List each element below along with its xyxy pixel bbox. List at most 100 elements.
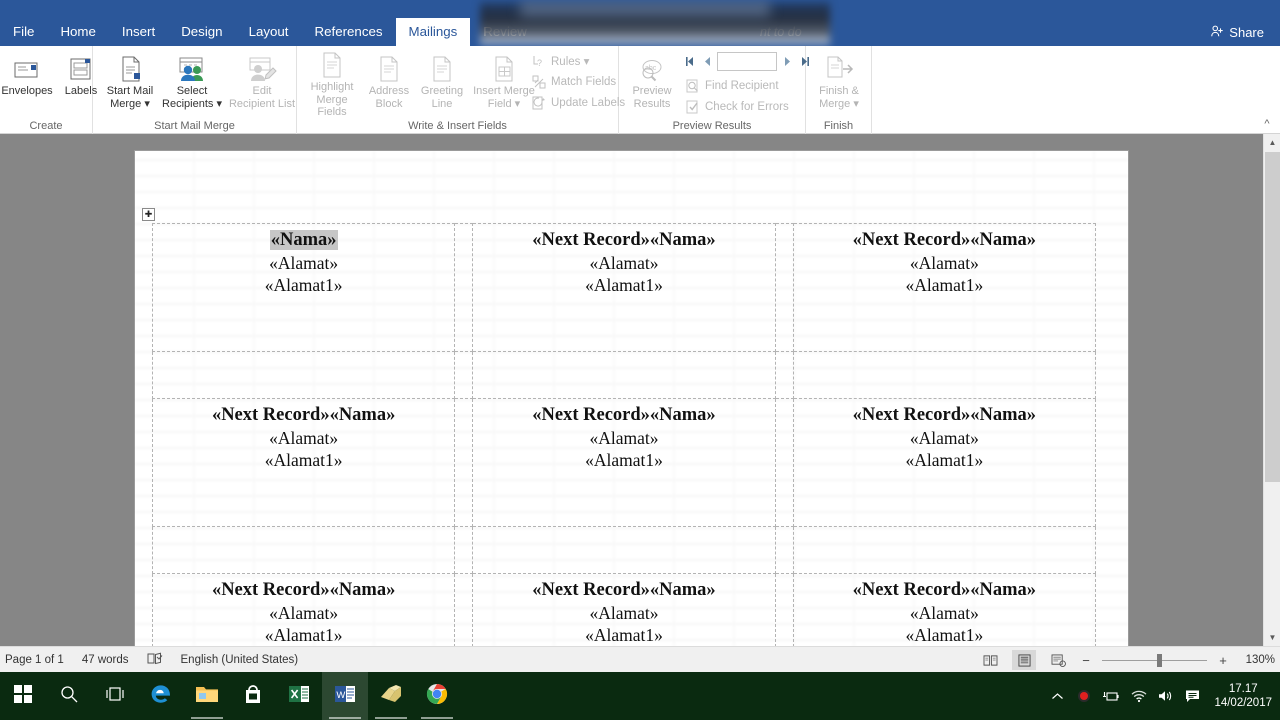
envelopes-button[interactable]: Envelopes <box>0 48 54 118</box>
ribbon-tab-file[interactable]: File <box>0 18 47 46</box>
start-mail-merge-button[interactable]: Start Mail Merge ▾ <box>99 48 161 118</box>
address-block-button[interactable]: Address Block <box>363 48 415 118</box>
merge-field-address: «Alamat» <box>269 602 339 623</box>
insert-merge-field-label2: Field ▾ <box>487 97 521 110</box>
proofing-errors-icon[interactable] <box>147 652 163 668</box>
label-cell[interactable]: «Next Record»«Nama» «Alamat» «Alamat1» <box>792 223 1097 352</box>
edit-recipient-list-button[interactable]: Edit Recipient List <box>223 48 301 118</box>
gutter-cell[interactable] <box>454 351 474 399</box>
gutter-cell[interactable] <box>792 526 1097 574</box>
zoom-in-button[interactable]: + <box>1217 653 1229 668</box>
scroll-down-icon[interactable]: ▼ <box>1264 629 1280 646</box>
search-button[interactable] <box>46 672 92 720</box>
update-labels-button[interactable]: Update Labels <box>527 93 629 113</box>
start-button[interactable] <box>0 672 46 720</box>
scrollbar-thumb[interactable] <box>1265 152 1280 482</box>
ribbon-tab-insert[interactable]: Insert <box>109 18 168 46</box>
gutter-cell[interactable] <box>792 351 1097 399</box>
document-page[interactable]: ✚ «Nama» «Alamat» «Alamat1» «Next Record»«N… <box>135 151 1128 646</box>
record-dot-icon[interactable] <box>1075 686 1093 706</box>
gutter-column-cell[interactable] <box>454 223 474 352</box>
word-button[interactable]: W <box>322 672 368 720</box>
gutter-column-cell[interactable] <box>774 223 794 352</box>
zoom-level[interactable]: 130% <box>1239 654 1275 666</box>
gutter-cell[interactable] <box>454 526 474 574</box>
record-number-input[interactable] <box>717 52 777 71</box>
speaker-icon[interactable] <box>1156 686 1174 706</box>
battery-plug-icon[interactable] <box>1102 686 1120 706</box>
collapse-ribbon-button[interactable]: ^ <box>1259 116 1275 132</box>
first-record-icon[interactable] <box>681 53 697 71</box>
next-record-icon[interactable] <box>779 53 795 71</box>
gutter-cell[interactable] <box>151 351 456 399</box>
ribbon-tab-home[interactable]: Home <box>47 18 108 46</box>
gutter-column-cell[interactable] <box>774 398 794 527</box>
web-layout-icon[interactable] <box>1046 650 1070 670</box>
notification-icon[interactable] <box>1183 686 1201 706</box>
find-recipient-button[interactable]: Find Recipient <box>681 76 793 96</box>
chrome-button[interactable] <box>414 672 460 720</box>
task-view-button[interactable] <box>92 672 138 720</box>
zoom-slider-handle[interactable] <box>1157 653 1162 667</box>
label-cell[interactable]: «Next Record»«Nama» «Alamat» «Alamat1» <box>472 223 776 352</box>
ribbon-tab-design[interactable]: Design <box>168 18 235 46</box>
previous-record-icon[interactable] <box>699 53 715 71</box>
check-for-errors-button[interactable]: Check for Errors <box>681 97 793 117</box>
gutter-column-cell[interactable] <box>454 398 474 527</box>
merge-field-name: «Next Record»«Nama» <box>211 580 396 600</box>
word-count[interactable]: 47 words <box>82 654 129 666</box>
label-cell[interactable]: «Next Record»«Nama» «Alamat» «Alamat1» <box>472 573 776 646</box>
match-fields-button[interactable]: Match Fields <box>527 72 629 92</box>
chevron-up-icon[interactable] <box>1048 686 1066 706</box>
gutter-cell[interactable] <box>472 526 776 574</box>
gutter-column-cell[interactable] <box>454 573 474 646</box>
print-layout-icon[interactable] <box>1012 650 1036 670</box>
label-cell[interactable]: «Next Record»«Nama» «Alamat» «Alamat1» <box>792 573 1097 646</box>
merge-field-address: «Alamat» <box>909 427 979 448</box>
merge-field-address: «Alamat» <box>589 252 659 273</box>
read-mode-icon[interactable] <box>978 650 1002 670</box>
share-button[interactable]: Share <box>1202 20 1272 44</box>
label-cell[interactable]: «Next Record»«Nama» «Alamat» «Alamat1» <box>472 398 776 527</box>
merge-field-name: «Next Record»«Nama» <box>211 405 396 425</box>
start-mail-merge-label2: Merge ▾ <box>110 97 150 110</box>
select-recipients-button[interactable]: Select Recipients ▾ <box>161 48 223 118</box>
vertical-scrollbar[interactable]: ▲ ▼ <box>1263 134 1280 646</box>
greeting-line-button[interactable]: Greeting Line <box>415 48 469 118</box>
store-button[interactable] <box>230 672 276 720</box>
zoom-out-button[interactable]: − <box>1080 653 1092 668</box>
file-explorer-button[interactable] <box>184 672 230 720</box>
label-cell[interactable]: «Next Record»«Nama» «Alamat» «Alamat1» <box>792 398 1097 527</box>
finish-and-merge-icon <box>824 51 854 83</box>
svg-text:?: ? <box>537 58 542 68</box>
page-indicator[interactable]: Page 1 of 1 <box>5 654 64 666</box>
gutter-cell[interactable] <box>472 351 776 399</box>
ribbon-tab-references[interactable]: References <box>302 18 396 46</box>
greeting-line-icon <box>429 51 455 83</box>
label-cell[interactable]: «Next Record»«Nama» «Alamat» «Alamat1» <box>151 573 456 646</box>
clock[interactable]: 17.17 14/02/2017 <box>1210 682 1272 710</box>
finish-and-merge-button[interactable]: Finish & Merge ▾ <box>808 48 870 118</box>
zoom-slider[interactable] <box>1102 652 1207 668</box>
edit-recipient-list-icon <box>246 51 278 83</box>
highlight-merge-fields-button[interactable]: Highlight Merge Fields <box>301 48 363 118</box>
gutter-column-cell[interactable] <box>774 573 794 646</box>
label-cell[interactable]: «Next Record»«Nama» «Alamat» «Alamat1» <box>151 398 456 527</box>
table-move-handle-icon[interactable]: ✚ <box>142 208 155 221</box>
ribbon-tab-layout[interactable]: Layout <box>236 18 302 46</box>
ribbon-tab-mailings[interactable]: Mailings <box>395 18 471 46</box>
preview-results-label2: Results <box>633 97 671 110</box>
notes-button[interactable] <box>368 672 414 720</box>
preview-results-button[interactable]: abc Preview Results <box>623 48 681 118</box>
language-indicator[interactable]: English (United States) <box>181 654 299 666</box>
edge-button[interactable] <box>138 672 184 720</box>
excel-button[interactable] <box>276 672 322 720</box>
gutter-cell[interactable] <box>151 526 456 574</box>
gutter-cell[interactable] <box>774 526 794 574</box>
mail-merge-labels-table[interactable]: «Nama» «Alamat» «Alamat1» «Next Record»«Nam… <box>151 223 1097 646</box>
rules-button[interactable]: ? Rules ▾ <box>527 51 629 71</box>
wifi-icon[interactable] <box>1129 686 1147 706</box>
scroll-up-icon[interactable]: ▲ <box>1264 134 1280 151</box>
label-cell[interactable]: «Nama» «Alamat» «Alamat1» <box>151 223 456 352</box>
gutter-cell[interactable] <box>774 351 794 399</box>
